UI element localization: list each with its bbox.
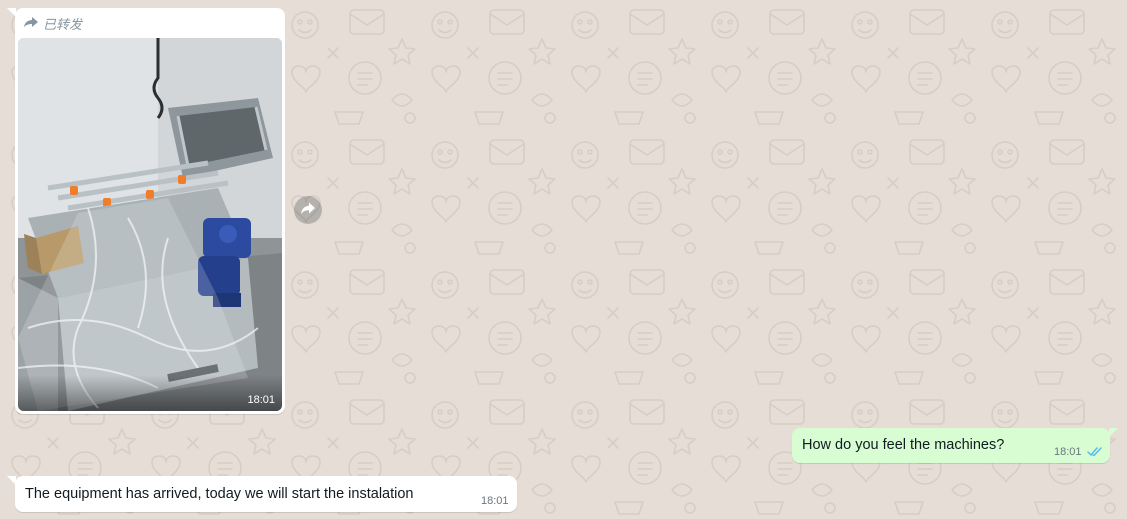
forward-icon xyxy=(300,201,316,220)
incoming-message-time: 18:01 xyxy=(481,495,509,507)
image-message-time: 18:01 xyxy=(247,394,275,406)
incoming-message-text: The equipment has arrived, today we will… xyxy=(25,486,414,502)
outgoing-message-time: 18:01 xyxy=(1054,446,1082,458)
bubble-tail xyxy=(7,476,16,485)
outgoing-message-text: How do you feel the machines? xyxy=(802,437,1005,453)
bubble-tail xyxy=(1109,428,1118,437)
forwarded-label: 已转发 xyxy=(23,15,83,32)
forward-button[interactable] xyxy=(294,196,322,224)
photo-gradient xyxy=(18,375,282,411)
double-check-read-icon xyxy=(1087,444,1104,462)
bubble-tail xyxy=(7,8,16,17)
incoming-message-bubble[interactable]: The equipment has arrived, today we will… xyxy=(15,476,517,512)
outgoing-message-bubble[interactable]: How do you feel the machines? 18:01 xyxy=(792,428,1110,463)
forward-arrow-icon xyxy=(23,16,39,31)
forwarded-text: 已转发 xyxy=(43,16,83,32)
equipment-photo[interactable]: 18:01 xyxy=(18,38,282,411)
image-message-bubble[interactable]: 已转发 18:01 xyxy=(15,8,285,414)
